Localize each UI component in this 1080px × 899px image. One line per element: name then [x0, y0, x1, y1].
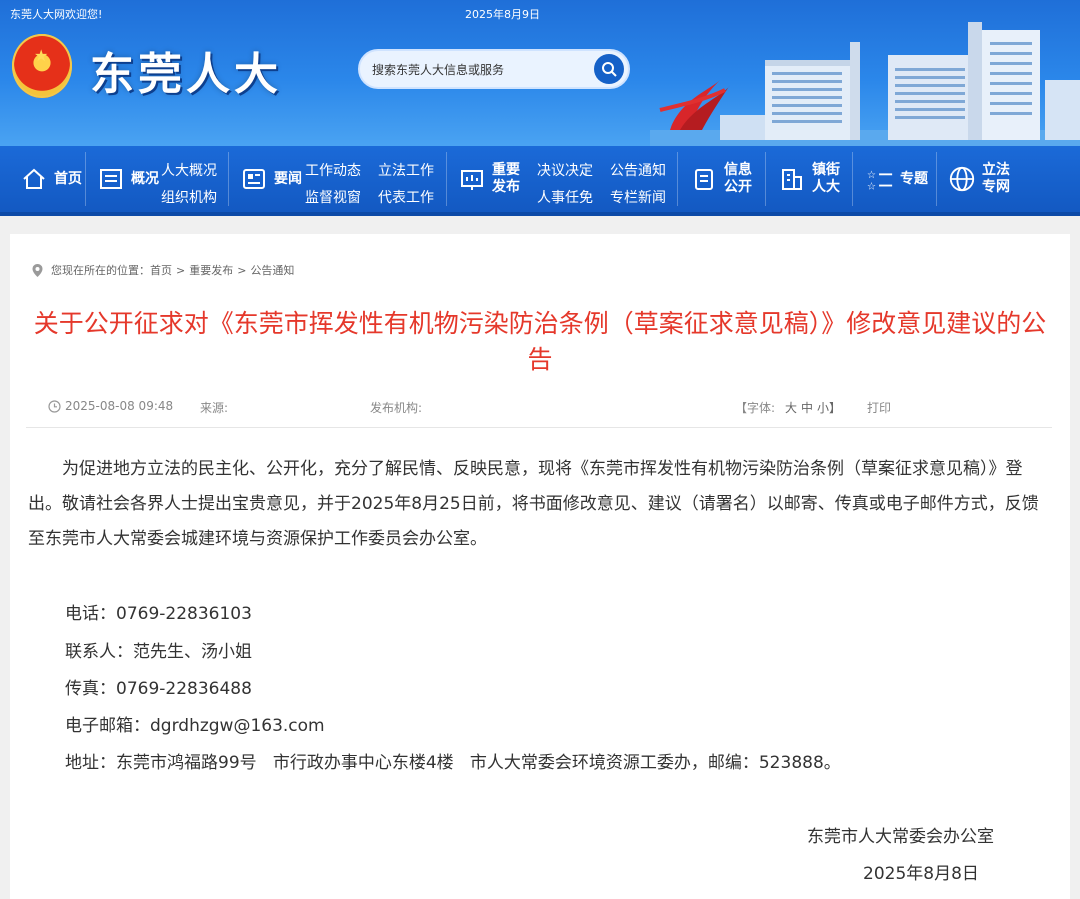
nav-sub-work-news[interactable]: 工作动态 [305, 160, 361, 180]
home-icon [20, 165, 48, 193]
city-buildings-illustration [650, 22, 1080, 146]
globe-icon [948, 165, 976, 193]
contact-address: 地址：东莞市鸿福路99号 市行政办事中心东楼4楼 市人大常委会环境资源工委办，邮… [65, 753, 841, 773]
breadcrumb-notice[interactable]: 公告通知 [250, 262, 294, 278]
nav-divider [85, 152, 86, 206]
nav-sub-supervision[interactable]: 监督视窗 [305, 187, 361, 207]
breadcrumb-release[interactable]: 重要发布 [189, 262, 233, 278]
print-button[interactable]: 打印 [867, 399, 891, 416]
clipboard-icon [690, 165, 718, 193]
search-icon [602, 62, 617, 77]
welcome-text: 东莞人大网欢迎您! [10, 8, 103, 21]
current-date: 2025年8月9日 [465, 8, 540, 21]
nav-town-congress[interactable]: 镇街人大 [778, 146, 844, 212]
breadcrumb-home[interactable]: 首页 [150, 262, 172, 278]
site-title[interactable]: 东莞人大 [90, 38, 282, 102]
clock-icon [48, 399, 61, 413]
contact-fax: 传真：0769-22836488 [65, 679, 252, 699]
nav-topics[interactable]: ☆ ☆ 专题 [866, 146, 932, 212]
main-navigation: 首页 概况 人大概况 组织机构 要闻 工作动态 立法工作 监督视窗 代表工作 重… [0, 146, 1080, 216]
publish-datetime: 2025-08-08 09:48 [48, 399, 173, 413]
font-small-button[interactable]: 小】 [817, 399, 841, 416]
sign-date: 2025年8月8日 [863, 864, 979, 884]
article-body-paragraph: 为促进地方立法的民主化、公开化，充分了解民情、反映民意，现将《东莞市挥发性有机物… [28, 459, 1039, 549]
svg-text:☆: ☆ [867, 169, 876, 181]
article-container: 您现在所在的位置： 首页 > 重要发布 > 公告通知 关于公开征求对《东莞市挥发… [10, 234, 1070, 899]
source-label: 来源: [200, 401, 229, 415]
nav-sub-announcements[interactable]: 公告通知 [610, 160, 666, 180]
nav-release[interactable]: 重要发布 [458, 146, 524, 212]
location-pin-icon [32, 263, 43, 277]
nav-legislation-network[interactable]: 立法专网 [948, 146, 1014, 212]
newspaper-icon [240, 165, 268, 193]
nav-divider [852, 152, 853, 206]
nav-sub-resolutions[interactable]: 决议决定 [537, 160, 593, 180]
breadcrumb-separator: > [237, 263, 247, 277]
signer: 东莞市人大常委会办公室 [807, 827, 994, 847]
font-medium-button[interactable]: 中 [801, 399, 813, 416]
article-title: 关于公开征求对《东莞市挥发性有机物污染防治条例（草案征求意见稿）》修改意见建议的… [33, 309, 1047, 374]
building-icon [778, 165, 806, 193]
announcement-board-icon [458, 165, 486, 193]
search-button[interactable] [594, 54, 624, 84]
breadcrumb: 您现在所在的位置： 首页 > 重要发布 > 公告通知 [32, 262, 294, 278]
star-list-icon: ☆ ☆ [866, 165, 894, 193]
nav-sub-overview[interactable]: 人大概况 [161, 160, 217, 180]
nav-overview[interactable]: 概况 [97, 146, 163, 212]
nav-divider [677, 152, 678, 206]
breadcrumb-prefix: 您现在所在的位置： [51, 264, 150, 277]
national-emblem-logo: ★ [12, 34, 72, 98]
search-box [358, 49, 630, 89]
publisher-label: 发布机构: [370, 401, 423, 415]
nav-sub-appointments[interactable]: 人事任免 [537, 187, 593, 207]
nav-divider [446, 152, 447, 206]
nav-home[interactable]: 首页 [20, 146, 86, 212]
nav-info-disclosure[interactable]: 信息公开 [690, 146, 756, 212]
nav-sub-column-news[interactable]: 专栏新闻 [610, 187, 666, 207]
header-banner: 东莞人大网欢迎您! 2025年8月9日 ★ 东莞人大 [0, 0, 1080, 146]
nav-sub-organization[interactable]: 组织机构 [161, 187, 217, 207]
font-size-label: 【字体: [735, 401, 776, 415]
contact-email: 电子邮箱：dgrdhzgw@163.com [65, 716, 325, 736]
font-large-button[interactable]: 大 [785, 399, 797, 416]
contact-phone: 电话：0769-22836103 [65, 604, 252, 624]
breadcrumb-separator: > [176, 263, 186, 277]
nav-news[interactable]: 要闻 [240, 146, 306, 212]
contact-persons: 联系人：范先生、汤小姐 [65, 642, 252, 662]
document-list-icon [97, 165, 125, 193]
meta-divider [26, 427, 1052, 428]
search-input[interactable] [372, 60, 592, 80]
svg-text:☆: ☆ [867, 180, 876, 192]
nav-divider [936, 152, 937, 206]
nav-sub-deputy-work[interactable]: 代表工作 [378, 187, 434, 207]
nav-sub-legislation-work[interactable]: 立法工作 [378, 160, 434, 180]
nav-divider [228, 152, 229, 206]
nav-divider [765, 152, 766, 206]
